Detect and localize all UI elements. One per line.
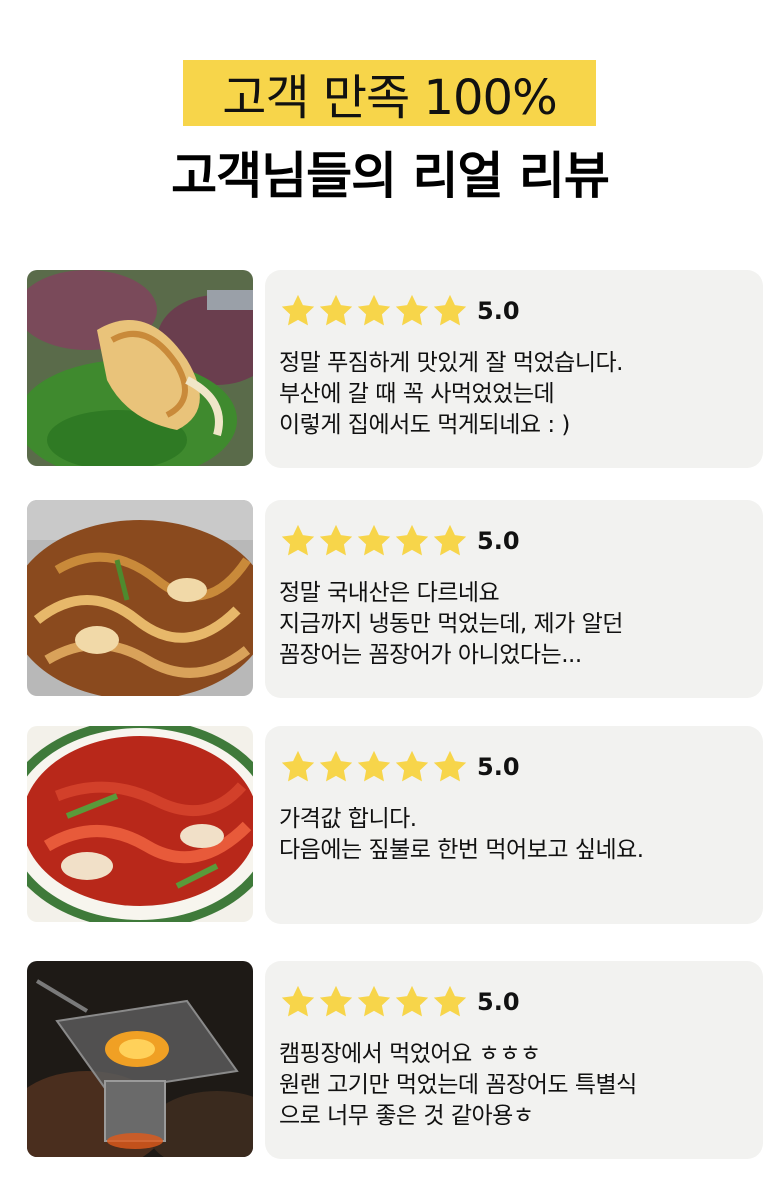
review-text: 정말 푸짐하게 맛있게 잘 먹었습니다. 부산에 갈 때 꼭 사먹었었는데 이렇… [279,348,749,441]
review-line: 정말 국내산은 다르네요 [279,580,500,606]
review-line: 가격값 합니다. [279,806,417,832]
star-icon [393,748,431,786]
star-icon [393,983,431,1021]
star-rating: 5.0 [279,748,520,786]
review-line: 부산에 갈 때 꼭 사먹었었는데 [279,381,555,407]
review-line: 지금까지 냉동만 먹었는데, 제가 알던 [279,611,623,637]
review-line: 정말 푸짐하게 맛있게 잘 먹었습니다. [279,350,623,376]
review-line: 으로 너무 좋은 것 같아용ㅎ [279,1103,534,1129]
star-icon [431,983,469,1021]
review-card: 5.0 캠핑장에서 먹었어요 ㅎㅎㅎ 원랜 고기만 먹었는데 꼼장어도 특별식 … [265,961,763,1159]
review-card: 5.0 정말 국내산은 다르네요 지금까지 냉동만 먹었는데, 제가 알던 꼼장… [265,500,763,698]
star-icon [431,748,469,786]
review-photo [27,500,253,696]
star-rating: 5.0 [279,983,520,1021]
review-card: 5.0 정말 푸짐하게 맛있게 잘 먹었습니다. 부산에 갈 때 꼭 사먹었었는… [265,270,763,468]
star-icon [317,748,355,786]
review-line: 꼼장어는 꼼장어가 아니었다는... [279,642,582,668]
review-photo [27,961,253,1157]
star-icon [317,522,355,560]
star-icon [431,522,469,560]
star-icon [279,522,317,560]
star-icon [317,292,355,330]
star-icon [393,292,431,330]
review-item: 5.0 정말 푸짐하게 맛있게 잘 먹었습니다. 부산에 갈 때 꼭 사먹었었는… [27,270,763,468]
title-highlight: 고객 만족 100% [183,60,596,126]
star-icon [279,748,317,786]
star-icon [279,983,317,1021]
star-rating: 5.0 [279,292,520,330]
review-item: 5.0 정말 국내산은 다르네요 지금까지 냉동만 먹었는데, 제가 알던 꼼장… [27,500,763,698]
star-icon [355,522,393,560]
star-icon [431,292,469,330]
review-item: 5.0 가격값 합니다. 다음에는 짚불로 한번 먹어보고 싶네요. [27,726,763,924]
review-line: 캠핑장에서 먹었어요 ㅎㅎㅎ [279,1041,541,1067]
review-card: 5.0 가격값 합니다. 다음에는 짚불로 한번 먹어보고 싶네요. [265,726,763,924]
review-photo [27,726,253,922]
star-icon [393,522,431,560]
review-line: 이렇게 집에서도 먹게되네요 : ) [279,412,570,438]
star-icon [355,292,393,330]
star-icon [317,983,355,1021]
review-line: 원랜 고기만 먹었는데 꼼장어도 특별식 [279,1072,637,1098]
rating-score: 5.0 [477,297,520,325]
star-icon [279,292,317,330]
star-icon [355,748,393,786]
review-line: 다음에는 짚불로 한번 먹어보고 싶네요. [279,837,644,863]
rating-score: 5.0 [477,753,520,781]
star-icon [355,983,393,1021]
star-rating: 5.0 [279,522,520,560]
page-title: 고객님들의 리얼 리뷰 [171,147,610,205]
rating-score: 5.0 [477,527,520,555]
review-text: 가격값 합니다. 다음에는 짚불로 한번 먹어보고 싶네요. [279,804,749,866]
review-photo [27,270,253,466]
rating-score: 5.0 [477,988,520,1016]
review-text: 정말 국내산은 다르네요 지금까지 냉동만 먹었는데, 제가 알던 꼼장어는 꼼… [279,578,749,671]
review-item: 5.0 캠핑장에서 먹었어요 ㅎㅎㅎ 원랜 고기만 먹었는데 꼼장어도 특별식 … [27,961,763,1159]
review-text: 캠핑장에서 먹었어요 ㅎㅎㅎ 원랜 고기만 먹었는데 꼼장어도 특별식 으로 너… [279,1039,749,1132]
